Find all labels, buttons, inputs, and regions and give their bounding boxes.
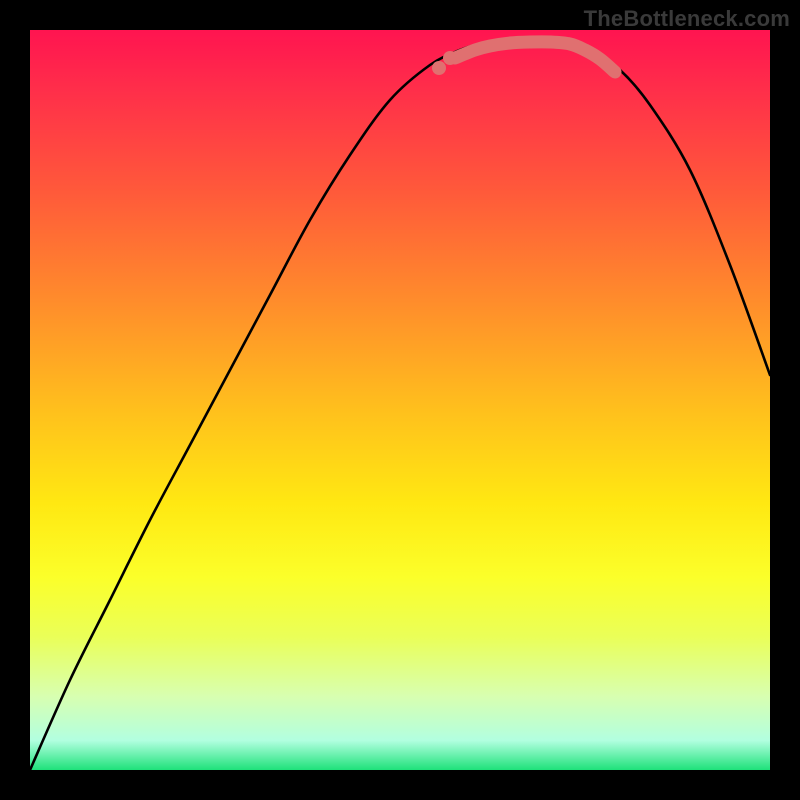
highlight-segment bbox=[455, 42, 615, 72]
highlight-dots bbox=[432, 51, 457, 75]
bottleneck-curve bbox=[30, 41, 770, 770]
watermark-text: TheBottleneck.com bbox=[584, 6, 790, 32]
highlight-dot bbox=[443, 51, 457, 65]
chart-svg bbox=[30, 30, 770, 770]
highlight-dot bbox=[432, 61, 446, 75]
